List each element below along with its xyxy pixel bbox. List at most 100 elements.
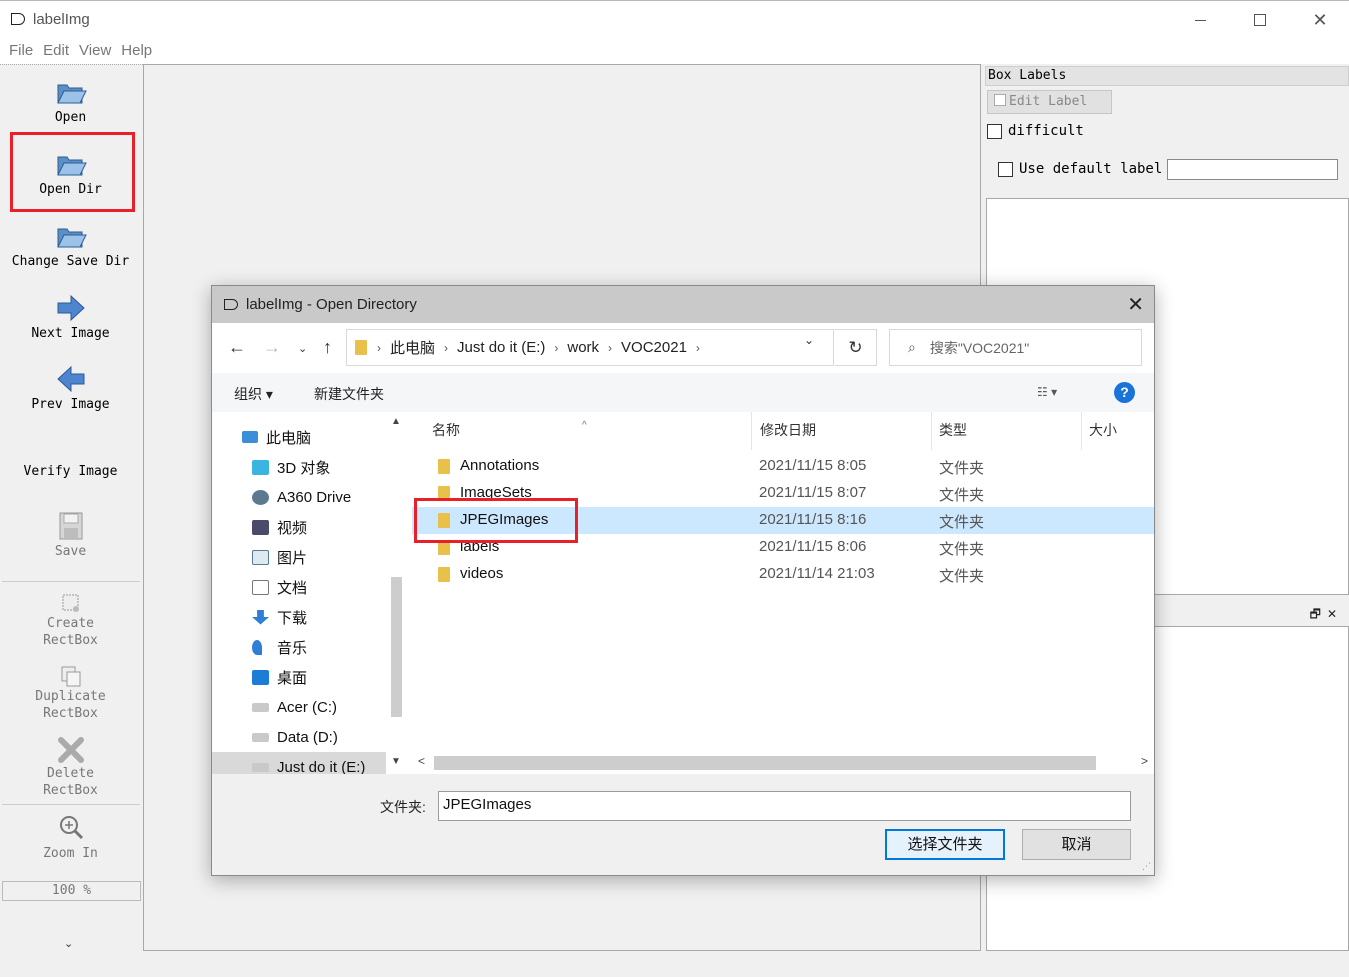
edit-label-button[interactable]: Edit Label	[987, 90, 1112, 114]
breadcrumb-work[interactable]: work	[567, 339, 599, 356]
breadcrumb-separator[interactable]: ›	[696, 341, 700, 355]
scrollbar-thumb[interactable]	[434, 756, 1096, 770]
new-folder-button[interactable]: 新建文件夹	[314, 384, 384, 404]
column-header-size[interactable]: 大小	[1082, 412, 1154, 450]
minimize-button[interactable]	[1170, 1, 1230, 39]
create-rectbox-label-2: RectBox	[43, 633, 98, 648]
menu-view[interactable]: View	[74, 38, 116, 64]
use-default-label-checkbox[interactable]	[998, 161, 1013, 177]
scroll-down-icon[interactable]: ▼	[391, 756, 401, 767]
open-dir-button[interactable]: Open Dir	[0, 149, 141, 198]
folder-icon	[438, 486, 450, 501]
up-button[interactable]: ↑	[323, 337, 332, 358]
breadcrumb-voc2021[interactable]: VOC2021	[621, 339, 687, 356]
maximize-icon	[1254, 14, 1266, 26]
nav-item-videos[interactable]: 视频	[212, 512, 386, 542]
toolbar: Open Open Dir Change Save Dir Next Image…	[0, 64, 143, 951]
dialog-close-button[interactable]: ✕	[1127, 292, 1144, 317]
nav-item-this-pc[interactable]: 此电脑	[212, 422, 386, 452]
difficult-checkbox[interactable]	[987, 123, 1002, 139]
menu-help[interactable]: Help	[116, 38, 157, 64]
breadcrumb-separator[interactable]: ›	[444, 341, 448, 355]
scroll-left-icon[interactable]: <	[418, 754, 425, 768]
save-label: Save	[54, 544, 87, 559]
breadcrumb-this-pc[interactable]: 此电脑	[390, 337, 435, 358]
open-button[interactable]: Open	[0, 77, 141, 126]
address-bar[interactable]: › 此电脑 › Just do it (E:) › work › VOC2021…	[346, 329, 834, 366]
dock-float-close-icons[interactable]: 🗗✕	[1310, 605, 1343, 626]
verify-image-button[interactable]: Verify Image	[0, 463, 141, 480]
nav-item-documents[interactable]: 文档	[212, 572, 386, 602]
change-save-dir-button[interactable]: Change Save Dir	[0, 221, 141, 270]
create-rectbox-button[interactable]: Create RectBox	[0, 589, 141, 649]
use-default-label-row[interactable]: Use default label	[998, 161, 1162, 177]
file-row-labels[interactable]: labels 2021/11/15 8:06 文件夹	[412, 534, 1154, 561]
nav-item-label: Data (D:)	[277, 728, 338, 746]
nav-item-a360-drive[interactable]: A360 Drive	[212, 482, 386, 512]
open-directory-dialog: labelImg - Open Directory ✕ ← → ⌄ ↑ › 此电…	[211, 285, 1155, 876]
help-icon[interactable]: ?	[1114, 382, 1135, 403]
file-type: 文件夹	[939, 460, 985, 477]
nav-item-downloads[interactable]: 下载	[212, 602, 386, 632]
column-type-label: 类型	[939, 422, 967, 438]
save-button[interactable]: Save	[0, 511, 141, 560]
close-button[interactable]: ✕	[1290, 1, 1349, 39]
nav-item-desktop[interactable]: 桌面	[212, 662, 386, 692]
pencil-icon	[994, 94, 1006, 106]
file-row-imagesets[interactable]: ImageSets 2021/11/15 8:07 文件夹	[412, 480, 1154, 507]
maximize-button[interactable]	[1230, 1, 1290, 39]
delete-rectbox-button[interactable]: Delete RectBox	[0, 735, 141, 799]
file-date: 2021/11/15 8:05	[759, 457, 867, 474]
nav-item-drive-e[interactable]: Just do it (E:)	[212, 752, 386, 774]
drive-icon	[252, 732, 269, 742]
duplicate-rectbox-button[interactable]: Duplicate RectBox	[0, 662, 141, 722]
difficult-label: difficult	[1008, 123, 1084, 139]
select-folder-button[interactable]: 选择文件夹	[885, 829, 1005, 860]
menu-edit[interactable]: Edit	[38, 38, 74, 64]
desktop-icon	[252, 669, 269, 685]
view-options-button[interactable]: ☷ ▾	[1037, 385, 1057, 399]
nav-item-music[interactable]: 音乐	[212, 632, 386, 662]
file-pane-hscrollbar[interactable]: < >	[412, 752, 1154, 774]
breadcrumb-separator[interactable]: ›	[377, 341, 381, 355]
drive-icon	[252, 702, 269, 712]
search-box[interactable]: ⌕ 搜索"VOC2021"	[889, 329, 1142, 366]
zoom-value[interactable]: 100 %	[2, 881, 141, 901]
file-row-annotations[interactable]: Annotations 2021/11/15 8:05 文件夹	[412, 453, 1154, 480]
nav-item-pictures[interactable]: 图片	[212, 542, 386, 572]
folder-input[interactable]: JPEGImages	[438, 791, 1131, 821]
organize-button[interactable]: 组织 ▾	[234, 384, 273, 404]
forward-button[interactable]: →	[263, 337, 281, 358]
recent-locations-button[interactable]: ⌄	[298, 342, 307, 355]
difficult-checkbox-row[interactable]: difficult	[987, 123, 1084, 139]
address-dropdown-icon[interactable]: ⌄	[804, 333, 814, 347]
scrollbar-thumb[interactable]	[391, 577, 402, 717]
column-header-name[interactable]: 名称 ^	[412, 412, 752, 450]
breadcrumb-separator[interactable]: ›	[608, 341, 612, 355]
back-button[interactable]: ←	[228, 337, 246, 358]
breadcrumb-drive-e[interactable]: Just do it (E:)	[457, 339, 545, 356]
column-header-type[interactable]: 类型	[932, 412, 1082, 450]
nav-pane-scrollbar[interactable]: ▲ ▼	[386, 412, 408, 774]
scroll-right-icon[interactable]: >	[1141, 754, 1148, 768]
file-row-jpegimages[interactable]: JPEGImages 2021/11/15 8:16 文件夹	[412, 507, 1154, 534]
breadcrumb-separator[interactable]: ›	[554, 341, 558, 355]
menu-file[interactable]: File	[4, 38, 38, 64]
nav-item-drive-d[interactable]: Data (D:)	[212, 722, 386, 752]
nav-item-label: Just do it (E:)	[277, 758, 366, 775]
cancel-button[interactable]: 取消	[1022, 829, 1131, 860]
column-date-label: 修改日期	[760, 422, 816, 438]
column-header-date[interactable]: 修改日期	[752, 412, 932, 450]
refresh-button[interactable]: ↻	[835, 329, 877, 366]
prev-image-button[interactable]: Prev Image	[0, 364, 141, 413]
nav-item-drive-c[interactable]: Acer (C:)	[212, 692, 386, 722]
zoom-in-button[interactable]: Zoom In	[0, 813, 141, 862]
scroll-up-icon[interactable]: ▲	[391, 416, 401, 427]
next-image-button[interactable]: Next Image	[0, 293, 141, 342]
file-row-videos[interactable]: videos 2021/11/14 21:03 文件夹	[412, 561, 1154, 588]
nav-item-3d-objects[interactable]: 3D 对象	[212, 452, 386, 482]
toolbar-expand-icon[interactable]: ⌄	[64, 937, 73, 950]
resize-grip-icon[interactable]: ⋰	[1142, 861, 1151, 872]
default-label-input[interactable]	[1167, 159, 1338, 180]
dialog-nav-row: ← → ⌄ ↑ › 此电脑 › Just do it (E:) › work ›…	[212, 323, 1154, 373]
